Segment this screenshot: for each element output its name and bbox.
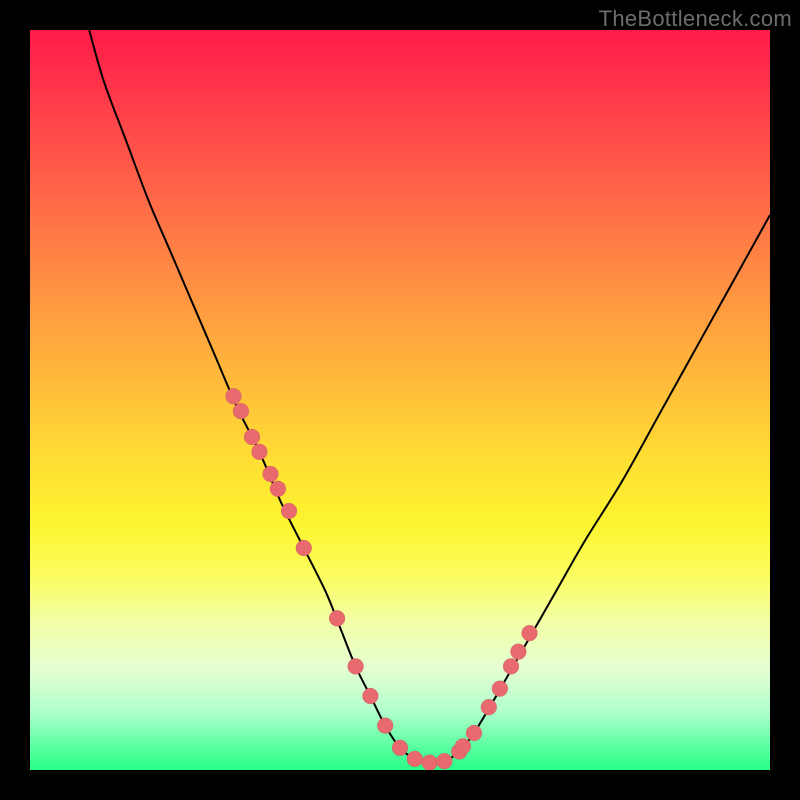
sample-dot — [244, 429, 260, 445]
sample-dot — [226, 388, 242, 404]
sample-dot — [251, 444, 267, 460]
sample-dot — [481, 699, 497, 715]
sample-dot — [522, 625, 538, 641]
sample-dot — [422, 755, 438, 770]
sample-dot — [392, 740, 408, 756]
bottleneck-curve-path — [89, 30, 770, 763]
sample-dot — [436, 753, 452, 769]
sample-dot — [407, 751, 423, 767]
sample-dot — [492, 681, 508, 697]
sample-dot — [510, 644, 526, 660]
sample-dot — [263, 466, 279, 482]
sample-dot — [348, 658, 364, 674]
sample-dot — [233, 403, 249, 419]
sample-dot — [503, 658, 519, 674]
sample-dot — [466, 725, 482, 741]
sample-dot — [270, 481, 286, 497]
sample-dot — [362, 688, 378, 704]
curve-group — [89, 30, 770, 763]
bottleneck-chart — [30, 30, 770, 770]
sample-dot — [455, 738, 471, 754]
sample-dot — [296, 540, 312, 556]
sample-dot — [377, 718, 393, 734]
watermark-label: TheBottleneck.com — [599, 6, 792, 32]
dots-group — [226, 388, 538, 770]
sample-dot — [329, 610, 345, 626]
sample-dot — [281, 503, 297, 519]
